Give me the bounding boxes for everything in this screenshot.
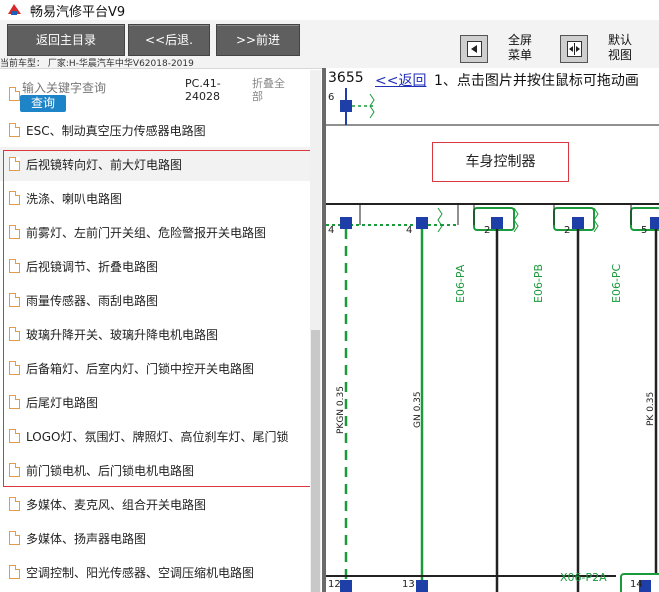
- return-link[interactable]: <<返回: [375, 70, 426, 90]
- app-title: 畅易汽修平台V9: [30, 5, 126, 20]
- body-control-module-box[interactable]: 车身控制器: [432, 142, 569, 182]
- list-item-label: 空调控制、阳光传感器、空调压缩机电路图: [26, 566, 255, 580]
- collapse-all-link[interactable]: 折叠全部: [252, 77, 285, 103]
- home-button[interactable]: 返回主目录: [7, 24, 125, 56]
- connector-pin: [340, 580, 352, 592]
- list-item-label: ESC、制动真空压力传感器电路图: [26, 124, 206, 138]
- app-logo-icon: [7, 2, 22, 17]
- forward-button[interactable]: >>前进: [216, 24, 300, 56]
- connector-pin: [572, 217, 584, 229]
- pin-number: 6: [328, 92, 335, 103]
- connector-pin: [491, 217, 503, 229]
- title-bar: 畅易汽修平台V9: [0, 0, 659, 20]
- pin-number: 13: [402, 579, 415, 590]
- document-icon: [9, 497, 20, 511]
- fullscreen-menu-label[interactable]: 全屏 菜单: [508, 33, 532, 63]
- pin-number: 4: [406, 225, 413, 236]
- document-icon: [9, 87, 20, 101]
- highlight-box: [3, 150, 314, 487]
- connector-pin: [340, 217, 352, 229]
- fullscreen-menu-icon[interactable]: [460, 35, 488, 63]
- default-view-icon[interactable]: [560, 35, 588, 63]
- pin-number: 12: [328, 579, 341, 590]
- pin-number: 4: [328, 225, 335, 236]
- document-icon: [9, 123, 20, 137]
- pin-number: 2: [484, 225, 491, 236]
- connector-pin: [416, 217, 428, 229]
- list-item[interactable]: 多媒体、麦克风、组合开关电路图: [0, 487, 310, 521]
- search-row: 输入关键字查询 查询 PC.41-24028 折叠全部: [0, 70, 310, 116]
- list-item-label: 多媒体、麦克风、组合开关电路图: [26, 498, 207, 512]
- wire-spec: GN 0.35: [413, 391, 423, 428]
- wire-spec: PKGN 0.35: [336, 386, 346, 434]
- connector-pin: [340, 100, 352, 112]
- viewer-hint: 1、点击图片并按住鼠标可拖动画: [434, 73, 639, 89]
- pin-number: 5: [641, 225, 648, 236]
- search-input[interactable]: 输入关键字查询: [22, 79, 106, 96]
- connector-label: E06-PB: [532, 263, 545, 303]
- default-view-label[interactable]: 默认 视图: [608, 33, 632, 63]
- pin-number: 2: [564, 225, 571, 236]
- connector-pin: [416, 580, 428, 592]
- search-button[interactable]: 查询: [20, 95, 66, 112]
- connector-label: X06-P2A: [560, 571, 607, 584]
- list-item[interactable]: 空调控制、阳光传感器、空调压缩机电路图: [0, 555, 310, 589]
- connector-label: E06-PC: [610, 263, 623, 303]
- list-item[interactable]: ESC、制动真空压力传感器电路图: [0, 113, 310, 147]
- connector-label: E06-PA: [454, 264, 467, 303]
- back-button[interactable]: <<后退.: [128, 24, 210, 56]
- current-vehicle: 当前车型： 厂家:H-华晨汽车中华V62018-2019: [0, 59, 194, 69]
- connector-pin: [650, 217, 659, 229]
- diagram-list-panel: 输入关键字查询 查询 PC.41-24028 折叠全部 ESC、制动真空压力传感…: [0, 70, 322, 592]
- pc-code: PC.41-24028: [185, 77, 221, 103]
- diagram-viewer[interactable]: 3655 <<返回 1、点击图片并按住鼠标可拖动画 6 车身控制器 4 4 2 …: [326, 68, 659, 592]
- list-item[interactable]: 多媒体、扬声器电路图: [0, 521, 310, 555]
- wire-spec: PK 0.35: [646, 391, 656, 426]
- list-item-label: 多媒体、扬声器电路图: [26, 532, 147, 546]
- list-scrollbar[interactable]: [310, 70, 321, 592]
- document-icon: [9, 565, 20, 579]
- pin-number: 14: [630, 579, 643, 590]
- scrollbar-thumb[interactable]: [311, 330, 320, 592]
- document-icon: [9, 531, 20, 545]
- page-number: 3655: [328, 70, 364, 86]
